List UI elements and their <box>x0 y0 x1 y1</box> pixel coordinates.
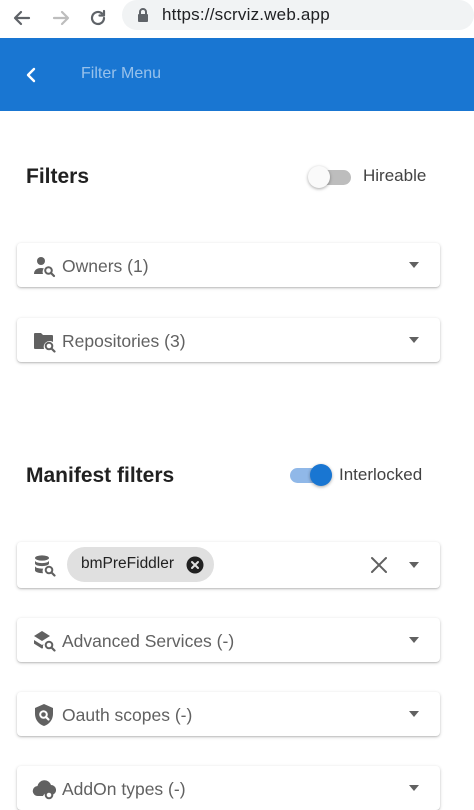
advanced-services-label: Advanced Services (-) <box>62 631 235 651</box>
manifest-filters-title: Manifest filters <box>26 464 175 487</box>
url-text: https://scrviz.web.app <box>162 5 330 24</box>
selected-chip[interactable]: bmPreFiddler <box>67 547 214 582</box>
close-circle-icon[interactable] <box>185 555 204 574</box>
addon-types-select[interactable]: AddOn types (-) <box>17 766 440 810</box>
owners-label: Owners (1) <box>62 256 149 276</box>
database-search-icon <box>31 552 57 578</box>
caret-down-icon[interactable] <box>406 632 422 648</box>
clear-icon[interactable] <box>368 554 390 576</box>
chip-label: bmPreFiddler <box>81 555 175 572</box>
oauth-scopes-select[interactable]: Oauth scopes (-) <box>17 692 440 736</box>
advanced-services-select[interactable]: Advanced Services (-) <box>17 618 440 662</box>
person-search-icon <box>31 253 57 279</box>
address-bar[interactable]: https://scrviz.web.app <box>122 0 474 30</box>
addon-types-label: AddOn types (-) <box>62 779 186 799</box>
browser-toolbar: https://scrviz.web.app <box>0 0 474 36</box>
owners-select[interactable]: Owners (1) <box>17 243 440 287</box>
folder-search-icon <box>31 328 57 354</box>
manifest-select[interactable]: bmPreFiddler <box>17 542 440 588</box>
caret-down-icon[interactable] <box>406 706 422 722</box>
app-bar: Filter Menu <box>0 38 474 111</box>
filters-title: Filters <box>26 165 90 188</box>
repositories-label: Repositories (3) <box>62 331 186 351</box>
hireable-toggle[interactable] <box>306 165 354 189</box>
interlocked-label: Interlocked <box>339 465 423 484</box>
caret-down-icon[interactable] <box>406 780 422 796</box>
app-bar-title: Filter Menu <box>81 65 162 82</box>
interlocked-toggle[interactable] <box>287 463 335 487</box>
caret-down-icon[interactable] <box>406 257 422 273</box>
caret-down-icon[interactable] <box>406 332 422 348</box>
caret-down-icon[interactable] <box>406 557 422 573</box>
cloud-search-icon <box>31 776 57 802</box>
repositories-select[interactable]: Repositories (3) <box>17 318 440 362</box>
shield-search-icon <box>31 702 57 728</box>
arrow-left-icon[interactable] <box>9 5 35 31</box>
chevron-left-icon[interactable] <box>20 64 42 86</box>
lock-icon <box>136 7 150 28</box>
oauth-scopes-label: Oauth scopes (-) <box>62 705 193 725</box>
hireable-label: Hireable <box>363 166 427 185</box>
services-search-icon <box>31 627 57 653</box>
arrow-right-icon[interactable] <box>48 5 74 31</box>
reload-icon[interactable] <box>85 5 111 31</box>
